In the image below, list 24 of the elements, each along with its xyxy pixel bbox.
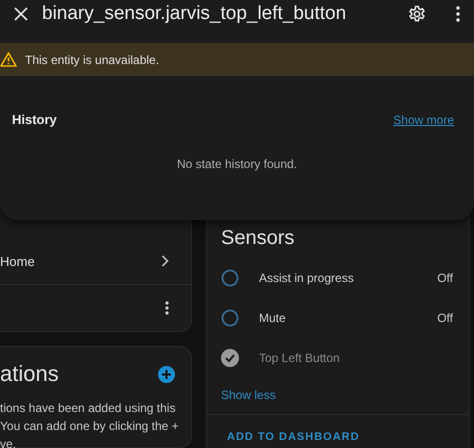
- show-less-link[interactable]: Show less: [221, 388, 276, 402]
- plus-icon[interactable]: [158, 366, 175, 382]
- section-heading: History: [12, 112, 57, 127]
- sensor-state: Off: [437, 311, 453, 325]
- sensor-name[interactable]: Mute: [259, 311, 438, 325]
- description-text: ve.: [0, 436, 18, 448]
- card-title: Sensors: [221, 227, 296, 250]
- warning-icon: [0, 52, 17, 67]
- more-icon[interactable]: [165, 301, 169, 315]
- dialog-title: binary_sensor.jarvis_top_left_button: [42, 3, 348, 25]
- row-label[interactable]: Home: [0, 254, 35, 268]
- chevron-right-icon: [161, 255, 169, 267]
- empty-message: No state history found.: [176, 157, 298, 171]
- sensor-name[interactable]: Top Left Button: [259, 351, 453, 365]
- show-more-link[interactable]: Show more: [393, 112, 454, 126]
- close-icon[interactable]: [14, 7, 28, 21]
- card-title: ations: [0, 361, 59, 387]
- settings-icon[interactable]: [408, 5, 426, 23]
- warning-text: This entity is unavailable.: [25, 52, 160, 66]
- more-icon[interactable]: [456, 6, 460, 22]
- add-to-dashboard-button[interactable]: ADD TO DASHBOARD: [227, 431, 360, 443]
- description-text: tions have been added using this: [0, 400, 175, 417]
- sensor-state: Off: [437, 271, 453, 285]
- sensor-name[interactable]: Assist in progress: [259, 271, 438, 285]
